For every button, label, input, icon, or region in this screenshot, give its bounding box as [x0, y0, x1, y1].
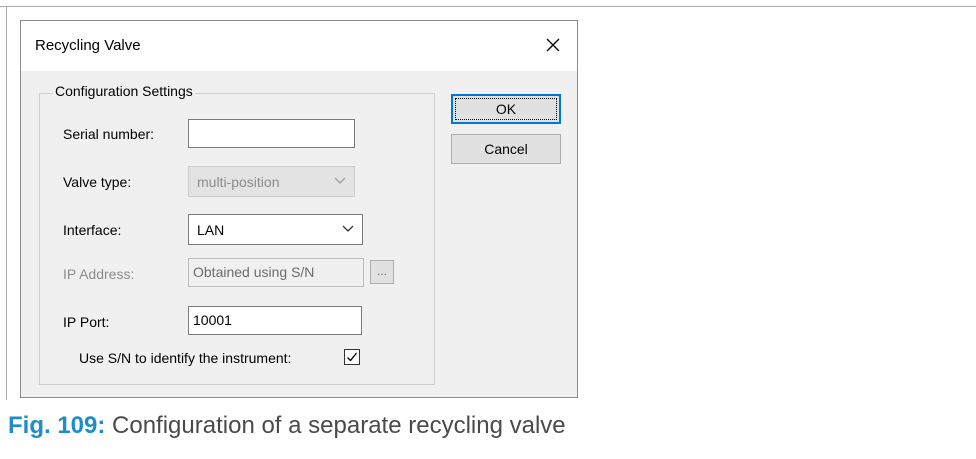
- checkmark-icon: [347, 352, 358, 362]
- figure-caption: Fig. 109: Configuration of a separate re…: [8, 412, 566, 440]
- serial-number-label: Serial number:: [63, 126, 155, 142]
- valve-type-select[interactable]: multi-position: [188, 166, 355, 197]
- ok-button[interactable]: OK: [451, 94, 561, 124]
- recycling-valve-dialog: Recycling Valve Configuration Settings S…: [20, 20, 578, 398]
- serial-number-field[interactable]: [188, 119, 355, 148]
- close-button[interactable]: [531, 21, 577, 71]
- interface-select[interactable]: LAN: [188, 214, 363, 245]
- chevron-down-icon: [342, 225, 354, 232]
- ip-address-browse-button[interactable]: ...: [370, 260, 394, 284]
- ip-address-label: IP Address:: [63, 266, 135, 282]
- dialog-titlebar: Recycling Valve: [21, 21, 577, 71]
- valve-type-label: Valve type:: [63, 174, 132, 190]
- chevron-down-icon: [334, 177, 346, 184]
- focus-rect: [455, 98, 557, 120]
- interface-label: Interface:: [63, 222, 122, 238]
- valve-type-value: multi-position: [197, 174, 280, 190]
- cancel-button-label: Cancel: [484, 141, 528, 157]
- ip-port-label: IP Port:: [63, 314, 110, 330]
- dialog-title: Recycling Valve: [35, 37, 141, 54]
- figure-number: Fig. 109:: [8, 412, 106, 439]
- figure-frame-left: [6, 6, 7, 400]
- figure-caption-text: Configuration of a separate recycling va…: [112, 412, 566, 439]
- figure-frame-top: [0, 6, 976, 7]
- close-icon: [546, 38, 560, 52]
- use-sn-label: Use S/N to identify the instrument:: [79, 350, 292, 366]
- cancel-button[interactable]: Cancel: [451, 134, 561, 164]
- group-title: Configuration Settings: [53, 83, 195, 99]
- use-sn-checkbox[interactable]: [344, 349, 360, 365]
- interface-value: LAN: [197, 222, 225, 238]
- ip-address-field[interactable]: Obtained using S/N: [188, 258, 364, 287]
- ip-port-field[interactable]: 10001: [188, 306, 362, 335]
